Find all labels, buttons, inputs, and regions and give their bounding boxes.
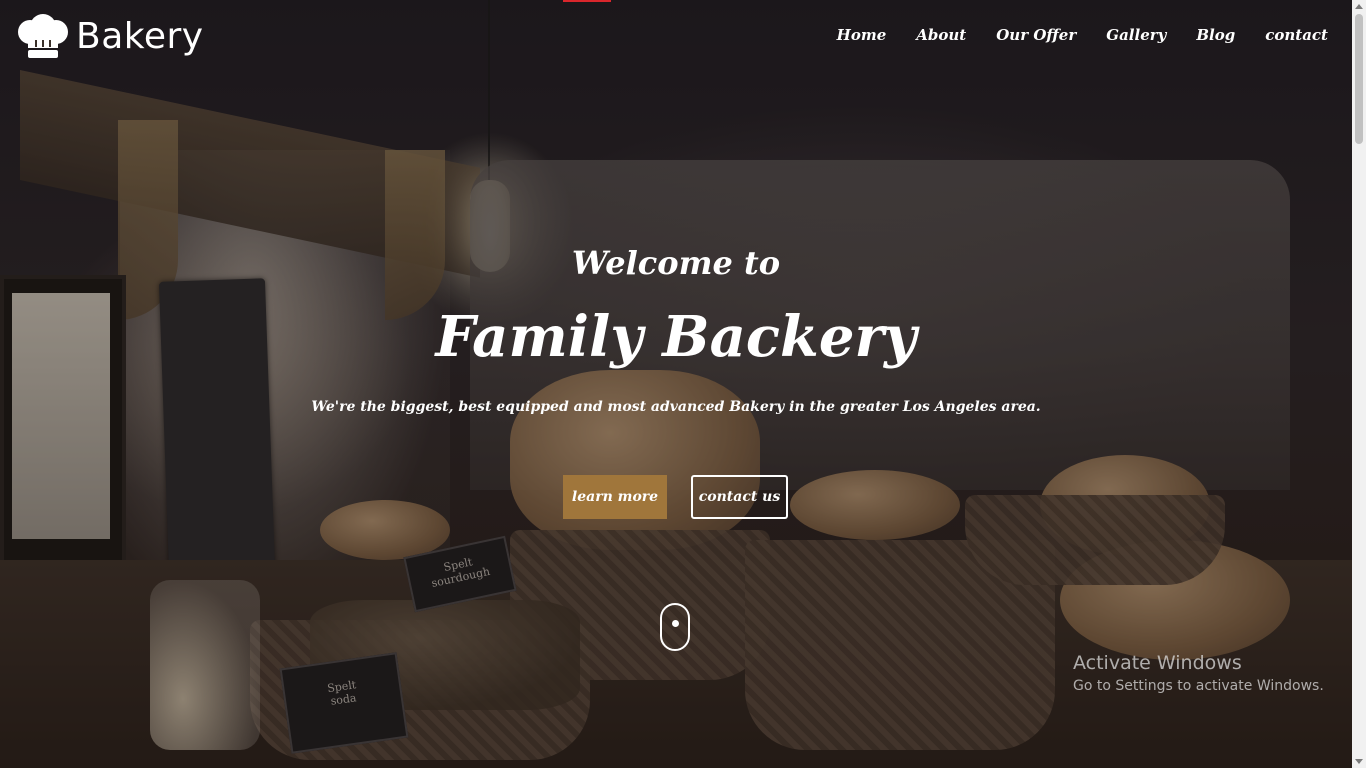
hero-welcome: Welcome to (571, 244, 781, 282)
site-logo[interactable]: Bakery (16, 14, 204, 60)
scroll-up-icon[interactable] (1355, 4, 1363, 9)
learn-more-button[interactable]: learn more (563, 475, 667, 519)
nav-blog[interactable]: Blog (1196, 26, 1235, 44)
nav-our-offer[interactable]: Our Offer (996, 26, 1076, 44)
hero-headline: Family Backery (435, 304, 917, 370)
top-accent-strip (563, 0, 611, 2)
mouse-scroll-icon[interactable] (660, 603, 690, 651)
nav-home[interactable]: Home (837, 26, 887, 44)
windows-activation-watermark: Activate Windows Go to Settings to activ… (1073, 652, 1324, 694)
contact-us-button[interactable]: contact us (691, 475, 788, 519)
chef-hat-icon (16, 14, 70, 60)
watermark-subtitle: Go to Settings to activate Windows. (1073, 678, 1324, 694)
scrollbar-thumb[interactable] (1355, 14, 1363, 144)
hero-section: Spelt sourdough Spelt soda Bakery Home A… (0, 0, 1366, 768)
page-scrollbar[interactable] (1352, 0, 1366, 768)
nav-contact[interactable]: contact (1265, 26, 1328, 44)
hero-tagline: We're the biggest, best equipped and mos… (311, 399, 1041, 415)
main-nav: Home About Our Offer Gallery Blog contac… (837, 26, 1328, 44)
nav-gallery[interactable]: Gallery (1106, 26, 1166, 44)
brand-name: Bakery (76, 16, 204, 57)
scroll-down-icon[interactable] (1355, 759, 1363, 764)
nav-about[interactable]: About (916, 26, 966, 44)
watermark-title: Activate Windows (1073, 652, 1242, 674)
mouse-wheel (672, 620, 679, 627)
